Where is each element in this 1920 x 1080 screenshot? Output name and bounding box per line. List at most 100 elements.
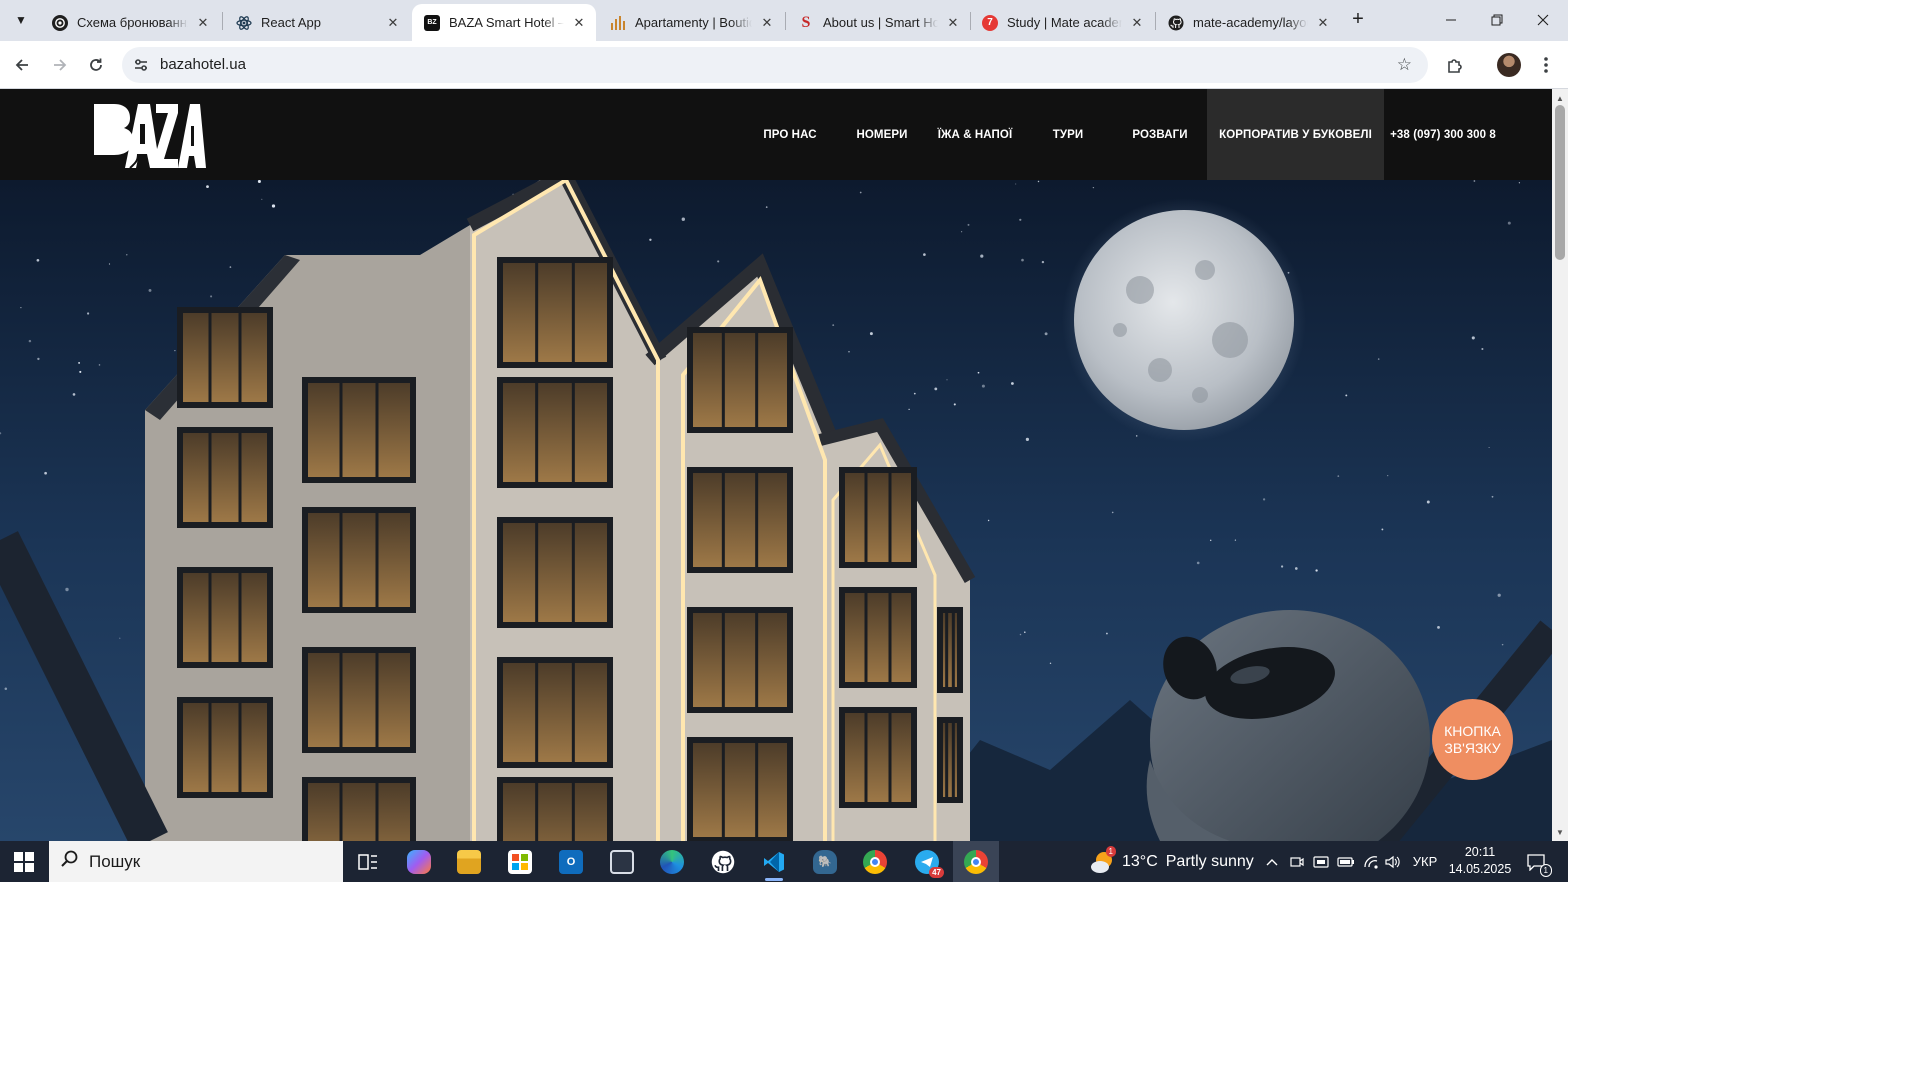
device-icon[interactable] — [1310, 841, 1332, 882]
star — [980, 254, 984, 258]
scroll-down-icon[interactable]: ▼ — [1552, 825, 1568, 839]
star — [1015, 183, 1017, 185]
hero-image — [0, 180, 1552, 841]
edge-icon[interactable] — [649, 841, 695, 882]
close-icon[interactable]: ✕ — [1314, 14, 1332, 32]
site-header: ПРО НАС НОМЕРИ ЇЖА & НАПОЇ ТУРИ РОЗВАГИ … — [0, 89, 1552, 180]
tab-mate-study[interactable]: 7 Study | Mate academ ✕ — [970, 4, 1154, 41]
star — [1092, 186, 1095, 189]
tab-title: Apartamenty | Boutiq — [635, 15, 752, 30]
star — [108, 263, 111, 265]
nav-corporate[interactable]: КОРПОРАТИВ У БУКОВЕЛІ — [1207, 89, 1384, 180]
outlook-icon[interactable]: O — [548, 841, 594, 882]
star — [1044, 332, 1048, 336]
star — [4, 687, 8, 691]
bookmark-star-icon[interactable]: ☆ — [1397, 55, 1412, 75]
tab-react-app[interactable]: React App ✕ — [224, 4, 410, 41]
tab-baza-hotel[interactable]: BZ BAZA Smart Hotel — ✕ — [412, 4, 596, 41]
extensions-puzzle-icon[interactable] — [1441, 51, 1469, 79]
taskbar-clock[interactable]: 20:11 14.05.2025 — [1448, 844, 1512, 878]
star — [1507, 221, 1511, 225]
star — [44, 471, 47, 475]
nav-entertainment[interactable]: РОЗВАГИ — [1122, 89, 1198, 180]
star — [987, 519, 990, 522]
task-view-icon[interactable] — [345, 841, 391, 882]
star — [1381, 528, 1384, 531]
star — [953, 403, 956, 406]
nav-phone[interactable]: +38 (097) 300 300 8 — [1390, 89, 1496, 180]
close-icon[interactable]: ✕ — [1128, 14, 1146, 32]
s-icon: S — [801, 13, 811, 31]
nav-about[interactable]: ПРО НАС — [750, 89, 830, 180]
wifi-icon[interactable] — [1359, 841, 1383, 882]
openai-icon — [52, 14, 68, 31]
browser-toolbar: bazahotel.ua ☆ — [0, 41, 1568, 89]
page-scrollbar[interactable]: ▲ ▼ — [1552, 89, 1568, 841]
weather-widget[interactable]: 1 13°C Partly sunny — [1090, 841, 1254, 882]
tab-apartamenty[interactable]: Apartamenty | Boutiq ✕ — [598, 4, 784, 41]
close-icon[interactable]: ✕ — [194, 14, 212, 32]
building-window — [497, 257, 613, 368]
tab-title: BAZA Smart Hotel — — [449, 15, 564, 30]
close-icon[interactable]: ✕ — [758, 14, 776, 32]
meet-now-icon[interactable] — [1286, 841, 1308, 882]
tab-search-chevron-icon[interactable]: ▼ — [8, 7, 34, 33]
chrome-icon[interactable] — [852, 841, 898, 882]
site-settings-icon[interactable] — [132, 56, 150, 74]
building-window — [839, 467, 917, 568]
star — [1021, 258, 1024, 262]
github-desktop-icon[interactable] — [700, 841, 746, 882]
tab-title: React App — [261, 15, 321, 30]
star — [1105, 632, 1108, 635]
star — [20, 306, 22, 309]
star — [87, 312, 90, 315]
restore-icon[interactable] — [1474, 0, 1520, 40]
nav-food-drinks[interactable]: ЇЖА & НАПОЇ — [930, 89, 1020, 180]
nav-rooms[interactable]: НОМЕРИ — [845, 89, 919, 180]
quick-assist-icon[interactable] — [599, 841, 645, 882]
tab-divider — [222, 12, 223, 30]
browser-menu-icon[interactable] — [1532, 51, 1560, 79]
star — [210, 295, 213, 298]
new-tab-plus-icon[interactable]: + — [1347, 9, 1369, 31]
chrome-profile-icon[interactable] — [953, 841, 999, 882]
postgres-icon[interactable]: 🐘 — [802, 841, 848, 882]
star — [869, 332, 873, 336]
star — [1488, 446, 1490, 449]
close-icon[interactable]: ✕ — [944, 14, 962, 32]
tab-about-us[interactable]: S About us | Smart Hot ✕ — [786, 4, 970, 41]
minimize-icon[interactable] — [1428, 0, 1474, 40]
reload-icon[interactable] — [82, 51, 110, 79]
notification-center-icon[interactable]: 1 — [1522, 849, 1552, 877]
notification-count: 1 — [1539, 864, 1552, 877]
star — [1481, 347, 1484, 351]
file-explorer-icon[interactable] — [446, 841, 492, 882]
back-arrow-icon[interactable] — [8, 51, 36, 79]
copilot-icon[interactable] — [396, 841, 442, 882]
building-window — [177, 307, 273, 408]
tab-booking-scheme[interactable]: Схема бронювання ✕ — [40, 4, 220, 41]
close-icon[interactable]: ✕ — [570, 14, 588, 32]
vscode-icon[interactable] — [751, 841, 797, 882]
battery-icon[interactable] — [1334, 841, 1358, 882]
address-bar[interactable]: bazahotel.ua ☆ — [122, 47, 1428, 83]
star — [1501, 643, 1504, 646]
clock-date: 14.05.2025 — [1448, 862, 1512, 876]
taskbar-search[interactable]: Пошук — [49, 841, 343, 882]
scroll-up-icon[interactable]: ▲ — [1552, 91, 1568, 105]
input-language[interactable]: УКР — [1408, 841, 1442, 882]
profile-avatar[interactable] — [1497, 53, 1521, 77]
close-icon[interactable]: ✕ — [384, 14, 402, 32]
tray-chevron-up-icon[interactable] — [1262, 841, 1282, 882]
contact-button[interactable]: КНОПКА ЗВ'ЯЗКУ — [1432, 699, 1513, 780]
tab-github-layout[interactable]: mate-academy/layou ✕ — [1156, 4, 1340, 41]
close-window-icon[interactable] — [1520, 0, 1566, 40]
volume-icon[interactable] — [1382, 841, 1404, 882]
nav-tours[interactable]: ТУРИ — [1040, 89, 1096, 180]
baza-logo[interactable] — [94, 104, 206, 169]
telegram-icon[interactable]: 47 — [904, 841, 950, 882]
forward-arrow-icon[interactable] — [46, 51, 74, 79]
scrollbar-thumb[interactable] — [1555, 105, 1565, 260]
microsoft-store-icon[interactable] — [497, 841, 543, 882]
windows-start-icon[interactable] — [0, 841, 48, 882]
